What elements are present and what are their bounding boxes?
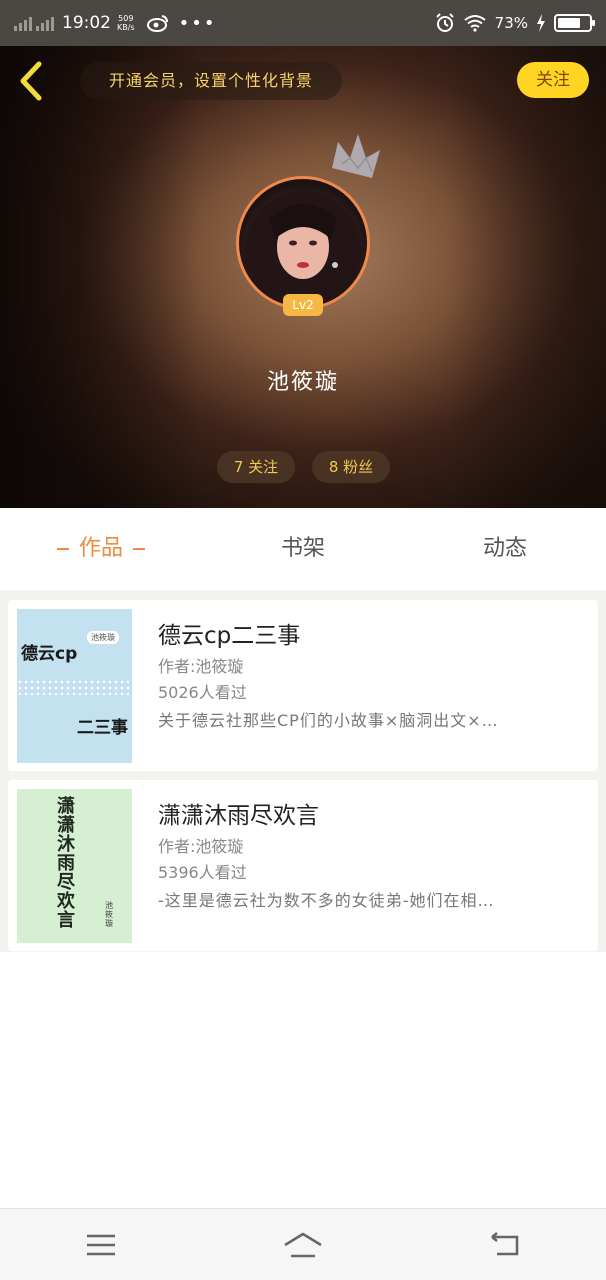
book-info: 潇潇沐雨尽欢言 作者:池筱璇 5396人看过 -这里是德云社为数不多的女徒弟-她… — [158, 798, 578, 916]
system-nav-bar — [0, 1208, 606, 1280]
cover-title-top: 德云cp — [21, 644, 78, 664]
cover-title-vertical: 潇潇沐雨尽欢言 — [57, 796, 75, 931]
back-icon — [491, 1231, 519, 1255]
wifi-icon — [464, 15, 486, 32]
book-card[interactable]: 潇潇沐雨尽欢言 池筱璇 潇潇沐雨尽欢言 作者:池筱璇 5396人看过 -这里是德… — [8, 780, 598, 951]
crown-icon — [332, 134, 380, 178]
book-author: 作者:池筱璇 — [158, 837, 244, 856]
alarm-icon — [435, 13, 454, 32]
charging-icon — [537, 14, 545, 32]
status-bar: 19:02 509 KB/s ••• 73% — [0, 0, 606, 46]
book-desc: -这里是德云社为数不多的女徒弟-她们在相… — [158, 891, 495, 910]
menu-button[interactable] — [71, 1220, 131, 1270]
back-arrow-icon[interactable] — [14, 60, 50, 102]
book-title[interactable]: 潇潇沐雨尽欢言 — [158, 798, 578, 834]
signal-icon — [14, 15, 32, 31]
home-icon — [284, 1232, 322, 1257]
level-badge: Lv2 — [283, 294, 323, 316]
menu-icon — [87, 1234, 115, 1255]
battery-icon — [554, 14, 595, 32]
book-title[interactable]: 德云cp二三事 — [158, 618, 578, 654]
weibo-icon — [146, 15, 168, 32]
cover-tag: 池筱璇 — [105, 901, 113, 928]
book-cover[interactable]: 潇潇沐雨尽欢言 池筱璇 — [17, 789, 132, 943]
follow-button[interactable]: 关注 — [517, 62, 589, 98]
book-desc: 关于德云社那些CP们的小故事×脑洞出文×… — [158, 711, 499, 730]
avatar-wrap: Lv2 — [236, 134, 380, 316]
works-list: 德云cp 池筱璇 二三事 德云cp二三事 作者:池筱璇 5026人看过 关于德云… — [0, 590, 606, 952]
book-info: 德云cp二三事 作者:池筱璇 5026人看过 关于德云社那些CP们的小故事×脑洞… — [158, 618, 578, 736]
book-cover[interactable]: 德云cp 池筱璇 二三事 — [17, 609, 132, 763]
tab-works[interactable]: 作品 — [0, 508, 202, 590]
tab-indicator-right — [133, 548, 145, 550]
avatar-portrait — [245, 191, 361, 307]
signal-icon-2 — [36, 15, 54, 31]
book-card[interactable]: 德云cp 池筱璇 二三事 德云cp二三事 作者:池筱璇 5026人看过 关于德云… — [8, 600, 598, 771]
book-views: 5026人看过 — [158, 683, 247, 702]
following-count[interactable]: 7 关注 — [217, 451, 295, 483]
tab-activity[interactable]: 动态 — [404, 508, 606, 590]
book-views: 5396人看过 — [158, 863, 247, 882]
tab-indicator-left — [56, 548, 69, 550]
tab-works-label: 作品 — [78, 536, 123, 561]
tab-activity-label: 动态 — [482, 536, 527, 561]
fans-count[interactable]: 8 粉丝 — [312, 451, 390, 483]
status-time: 19:02 — [62, 13, 111, 33]
net-speed: 509 KB/s — [117, 14, 135, 32]
profile-tabs: 作品 书架 动态 — [0, 508, 606, 590]
tab-bookshelf[interactable]: 书架 — [202, 508, 404, 590]
cover-tag: 池筱璇 — [87, 631, 119, 644]
cover-title-bottom: 二三事 — [77, 718, 128, 738]
home-button[interactable] — [273, 1220, 333, 1270]
battery-percent: 73% — [494, 14, 528, 32]
username: 池筱璇 — [266, 370, 339, 395]
tab-bookshelf-label: 书架 — [280, 536, 325, 561]
more-dots-icon: ••• — [178, 12, 217, 34]
cover-dots — [17, 679, 132, 695]
back-button[interactable] — [475, 1220, 535, 1270]
vip-banner[interactable]: 开通会员，设置个性化背景 — [80, 62, 342, 100]
avatar[interactable] — [236, 176, 370, 310]
profile-header: 开通会员，设置个性化背景 关注 Lv2 池筱璇 7 关注 8 粉丝 — [0, 46, 606, 508]
book-author: 作者:池筱璇 — [158, 657, 244, 676]
